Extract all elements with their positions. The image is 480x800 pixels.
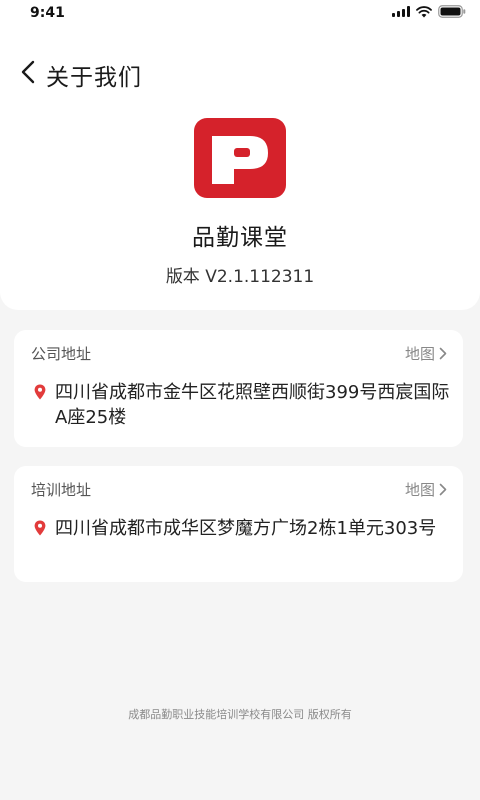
- map-link-label: 地图: [404, 481, 435, 499]
- app-logo: [194, 118, 286, 198]
- training-address-card: 培训地址 地图 四川省成都市成华区梦魔方广场2栋1单元303号: [14, 466, 463, 582]
- company-address-card: 公司地址 地图 四川省成都市金牛区花照壁西顺街399号西宸国际A座25楼: [14, 330, 463, 447]
- signal-icon: [392, 6, 410, 17]
- location-pin-icon: [34, 384, 46, 400]
- status-icons: [392, 5, 466, 18]
- app-name: 品勤课堂: [192, 225, 288, 251]
- chevron-right-icon: [439, 483, 447, 496]
- app-version: 版本 V2.1.112311: [165, 267, 315, 287]
- company-map-link[interactable]: 地图: [405, 343, 447, 364]
- company-address-text: 四川省成都市金牛区花照壁西顺街399号西宸国际A座25楼: [55, 382, 450, 428]
- copyright-text: 成都品勤职业技能培训学校有限公司 版权所有: [128, 708, 352, 721]
- training-address-text: 四川省成都市成华区梦魔方广场2栋1单元303号: [55, 518, 437, 539]
- battery-icon: [438, 5, 466, 18]
- back-button[interactable]: [14, 58, 42, 86]
- wifi-icon: [416, 5, 432, 18]
- status-time: 9:41: [30, 5, 65, 21]
- back-arrow-icon: [21, 60, 35, 84]
- location-pin-icon: [34, 520, 46, 536]
- company-address-label: 公司地址: [31, 345, 92, 363]
- status-bar: 9:41: [0, 0, 480, 26]
- training-address-label: 培训地址: [31, 481, 92, 499]
- chevron-right-icon: [439, 347, 447, 360]
- nav-bar: 关于我们: [0, 52, 480, 92]
- training-map-link[interactable]: 地图: [405, 479, 447, 500]
- page-title: 关于我们: [46, 65, 142, 91]
- map-link-label: 地图: [404, 345, 435, 363]
